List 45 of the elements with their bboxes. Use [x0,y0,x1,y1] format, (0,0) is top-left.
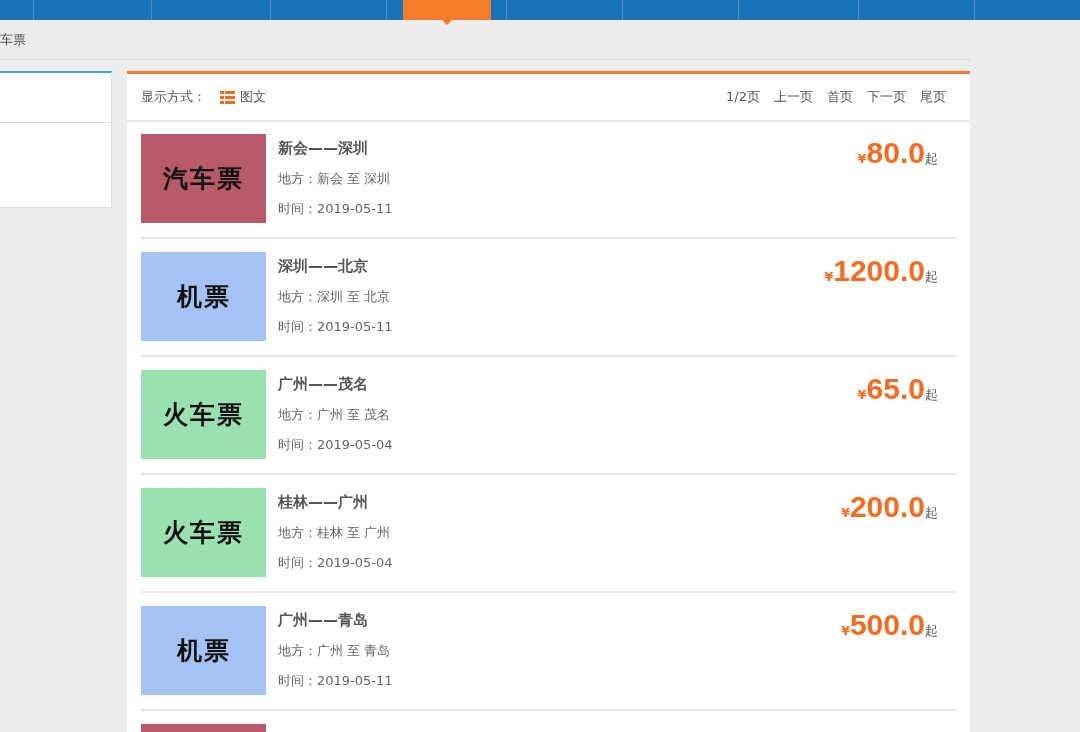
price-suffix: 起 [925,269,938,286]
ticket-title[interactable]: 新会——深圳 [278,139,858,158]
ticket-route: 地方：广州 至 茂名 [278,406,392,424]
ticket-price: 65.0 [866,372,925,406]
active-nav-tab[interactable] [402,0,491,25]
price-suffix: 起 [925,505,938,522]
pager-link[interactable]: 尾页 [920,88,946,106]
ticket-price: 80.0 [866,136,925,170]
ticket-route: 地方：深圳 至 北京 [278,288,392,306]
currency-symbol: ¥ [857,151,867,166]
ticket-route: 地方：桂林 至 广州 [278,524,392,542]
ticket-image: 机票 [141,252,266,341]
ticket-title[interactable]: 广州——青岛 [278,611,841,630]
pager-link[interactable]: 上一页 [774,88,813,106]
ticket-price: 500.0 [849,608,925,642]
ticket-date: 时间：2019-05-04 [278,436,394,454]
currency-symbol: ¥ [840,623,850,638]
price-suffix: 起 [925,387,938,404]
ticket-route: 地方：新会 至 深圳 [278,170,392,188]
ticket-title[interactable]: 深圳——北京 [278,257,825,276]
ticket-image: 火车票 [141,488,266,577]
ticket-date: 时间：2019-05-04 [278,554,394,572]
ticket-image: 火车票 [141,370,266,459]
ticket-image: 机票 [141,606,266,695]
ticket-date: 时间：2019-05-11 [278,318,394,336]
ticket-title[interactable]: 广州——茂名 [278,375,858,394]
price-suffix: 起 [925,151,938,168]
currency-symbol: ¥ [857,387,867,402]
ticket-price: 200.0 [849,490,925,524]
ticket-title[interactable]: 桂林——广州 [278,493,841,512]
ticket-date: 时间：2019-05-11 [278,200,394,218]
pager-link[interactable]: 下一页 [867,88,906,106]
pager-link[interactable]: 首页 [827,88,853,106]
ticket-route: 地方：广州 至 青岛 [278,642,392,660]
breadcrumb: 车票 [0,31,27,49]
display-mode-label: 显示方式： [141,88,206,106]
ticket-date: 时间：2019-05-11 [278,672,394,690]
view-mode-link[interactable]: 图文 [220,88,266,106]
ticket-image: 汽车票 [141,134,266,223]
ticket-price: 1200.0 [833,254,925,288]
currency-symbol: ¥ [824,269,834,284]
list-icon [220,90,235,104]
price-suffix: 起 [925,623,938,640]
page-indicator: 1/2页 [726,88,760,106]
currency-symbol: ¥ [840,505,850,520]
